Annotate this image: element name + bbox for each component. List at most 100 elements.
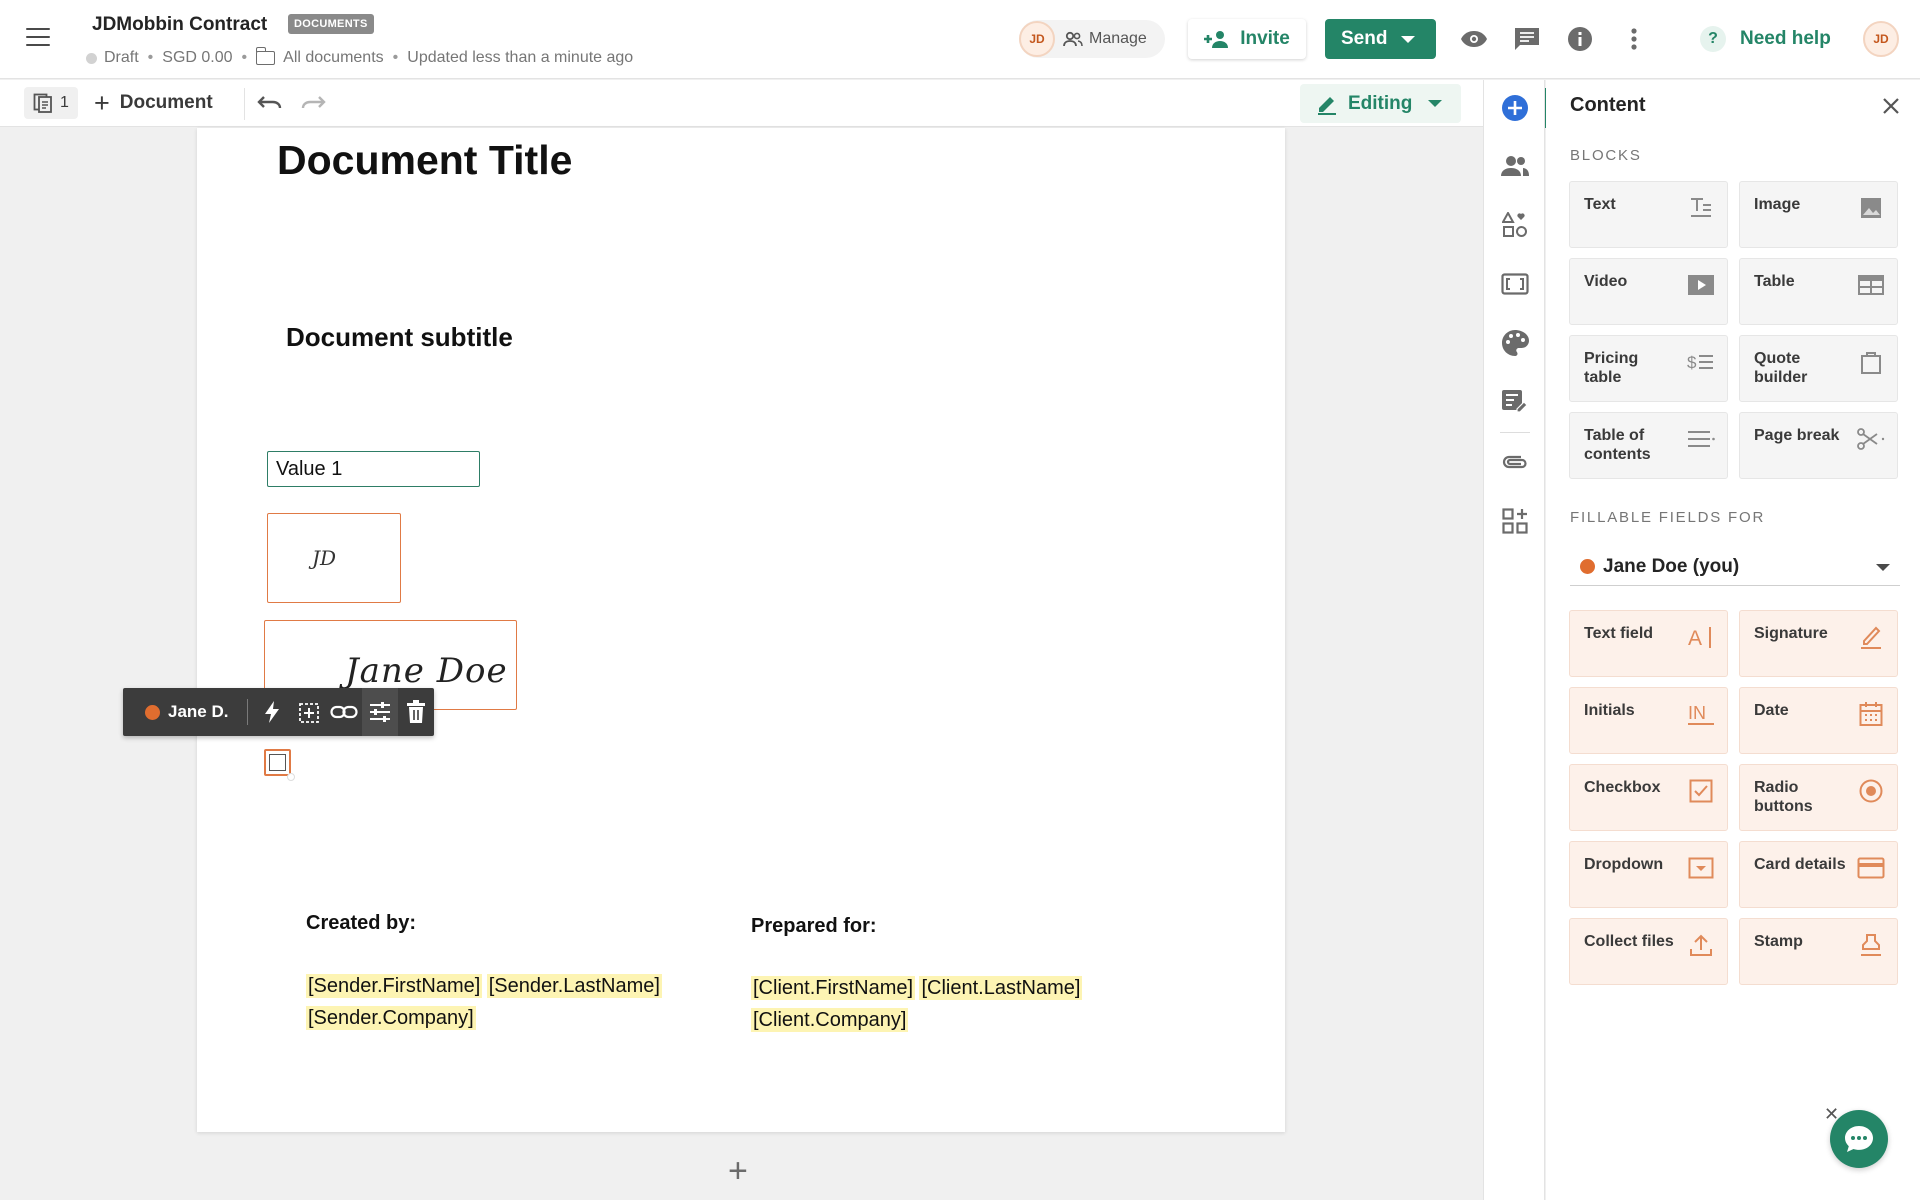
- add-document-button[interactable]: + Document: [94, 88, 213, 118]
- scissors-icon: [1857, 425, 1885, 453]
- close-icon[interactable]: [1881, 96, 1901, 121]
- preview-eye-icon[interactable]: [1459, 24, 1489, 54]
- initials-field[interactable]: JD: [267, 513, 401, 603]
- initials-value: JD: [311, 546, 337, 570]
- folder-icon: [255, 47, 276, 65]
- panel-title: Content: [1570, 94, 1646, 116]
- lightning-icon[interactable]: [254, 688, 290, 736]
- question-icon: ?: [1700, 26, 1726, 52]
- invite-button[interactable]: Invite: [1188, 19, 1306, 59]
- field-assignee[interactable]: Jane D.: [123, 702, 247, 722]
- link-icon[interactable]: [326, 688, 362, 736]
- text-block-icon: [1687, 194, 1715, 222]
- checkbox-icon: [1687, 777, 1715, 805]
- resize-handle[interactable]: [287, 773, 295, 781]
- text-field-input[interactable]: Value 1: [267, 451, 480, 487]
- status-text: Draft: [104, 49, 139, 66]
- integrations-icon[interactable]: [1484, 501, 1546, 541]
- redo-icon[interactable]: [299, 92, 327, 119]
- user-avatar[interactable]: JD: [1863, 21, 1899, 57]
- palette-icon[interactable]: [1484, 323, 1546, 363]
- plus-icon: +: [94, 88, 110, 118]
- info-icon[interactable]: [1565, 24, 1595, 54]
- document-subtitle[interactable]: Document subtitle: [286, 322, 513, 353]
- embed-frame-icon[interactable]: [1484, 264, 1546, 304]
- field-toolbar: Jane D.: [123, 688, 434, 736]
- card-icon: [1857, 854, 1885, 882]
- token-sender-lastname[interactable]: [Sender.LastName]: [486, 974, 662, 998]
- document-amount[interactable]: SGD 0.00: [162, 49, 232, 67]
- field-text-field[interactable]: Text field A: [1569, 610, 1728, 677]
- content-add-icon[interactable]: [1484, 88, 1548, 128]
- token-sender-company[interactable]: [Sender.Company]: [306, 1006, 476, 1030]
- comments-icon[interactable]: [1512, 24, 1542, 54]
- pencil-icon: [1318, 96, 1336, 115]
- token-client-firstname[interactable]: [Client.FirstName]: [751, 976, 916, 1000]
- delete-icon[interactable]: [398, 688, 434, 736]
- assignee-name: Jane D.: [168, 702, 229, 721]
- token-client-company[interactable]: [Client.Company]: [751, 1008, 909, 1032]
- send-button[interactable]: Send: [1325, 19, 1436, 59]
- variables-icon[interactable]: [1484, 382, 1546, 422]
- avatar-initials: JD: [1863, 21, 1899, 57]
- field-signature[interactable]: Signature: [1739, 610, 1898, 677]
- dropdown-icon: [1687, 854, 1715, 882]
- field-initials[interactable]: Initials IN: [1569, 687, 1728, 754]
- status-dot-icon: [86, 52, 97, 64]
- block-image[interactable]: Image: [1739, 181, 1898, 248]
- folder-link[interactable]: All documents: [283, 49, 384, 67]
- send-label: Send: [1341, 28, 1388, 49]
- chat-icon[interactable]: [1830, 1110, 1888, 1168]
- assignee-dot-icon: [145, 704, 160, 720]
- top-header: JDMobbin Contract DOCUMENTS Draft • SGD …: [0, 0, 1920, 79]
- avatar: JD: [1019, 21, 1055, 57]
- quote-builder-icon: [1857, 348, 1885, 376]
- add-block-plus-icon[interactable]: +: [728, 1152, 748, 1191]
- block-video[interactable]: Video: [1569, 258, 1728, 325]
- manage-button[interactable]: JD Manage: [1019, 20, 1165, 58]
- block-table-of-contents[interactable]: Table of contents: [1569, 412, 1728, 479]
- undo-icon[interactable]: [256, 92, 284, 119]
- field-date[interactable]: Date: [1739, 687, 1898, 754]
- menu-icon[interactable]: [26, 28, 50, 48]
- updated-text: Updated less than a minute ago: [407, 49, 634, 66]
- token-client-lastname[interactable]: [Client.LastName]: [919, 976, 1083, 1000]
- document-name[interactable]: JDMobbin Contract: [92, 14, 267, 36]
- document-title[interactable]: Document Title: [277, 137, 572, 184]
- token-sender-firstname[interactable]: [Sender.FirstName]: [306, 974, 483, 998]
- editor-toolbar: 1 + Document Editing: [0, 80, 1483, 127]
- shapes-icon[interactable]: [1484, 205, 1546, 245]
- chevron-down-icon: [1428, 100, 1443, 107]
- initials-icon: IN: [1687, 700, 1715, 728]
- pricing-table-icon: $: [1687, 348, 1715, 376]
- document-type-badge: DOCUMENTS: [288, 14, 374, 34]
- block-pricing-table[interactable]: Pricing table $: [1569, 335, 1728, 402]
- invite-label: Invite: [1240, 28, 1290, 49]
- add-field-icon[interactable]: [290, 688, 326, 736]
- settings-sliders-icon[interactable]: [362, 688, 398, 736]
- checkbox-field[interactable]: [264, 749, 295, 781]
- field-card-details[interactable]: Card details: [1739, 841, 1898, 908]
- field-checkbox[interactable]: Checkbox: [1569, 764, 1728, 831]
- editing-mode-dropdown[interactable]: Editing: [1300, 84, 1461, 123]
- field-stamp[interactable]: Stamp: [1739, 918, 1898, 985]
- field-dropdown[interactable]: Dropdown: [1569, 841, 1728, 908]
- more-options-icon[interactable]: [1619, 24, 1649, 54]
- pages-button[interactable]: 1: [24, 87, 78, 119]
- toolbar-divider: [244, 88, 245, 120]
- recipients-icon[interactable]: [1484, 146, 1546, 186]
- block-page-break[interactable]: Page break: [1739, 412, 1898, 479]
- block-quote-builder[interactable]: Quote builder: [1739, 335, 1898, 402]
- need-help-button[interactable]: ? Need help: [1700, 26, 1831, 52]
- sender-tokens: [Sender.FirstName] [Sender.LastName] [Se…: [306, 971, 706, 1035]
- attachment-icon[interactable]: [1484, 442, 1546, 482]
- field-collect-files[interactable]: Collect files: [1569, 918, 1728, 985]
- block-text[interactable]: Text: [1569, 181, 1728, 248]
- people-icon: [1063, 31, 1083, 47]
- document-page[interactable]: Document Title Document subtitle Value 1…: [123, 128, 1285, 1132]
- recipient-dropdown[interactable]: Jane Doe (you): [1570, 548, 1900, 586]
- pen-icon: [1857, 623, 1885, 651]
- field-radio-buttons[interactable]: Radio buttons: [1739, 764, 1898, 831]
- document-meta: Draft • SGD 0.00 • All documents • Updat…: [86, 47, 634, 67]
- block-table[interactable]: Table: [1739, 258, 1898, 325]
